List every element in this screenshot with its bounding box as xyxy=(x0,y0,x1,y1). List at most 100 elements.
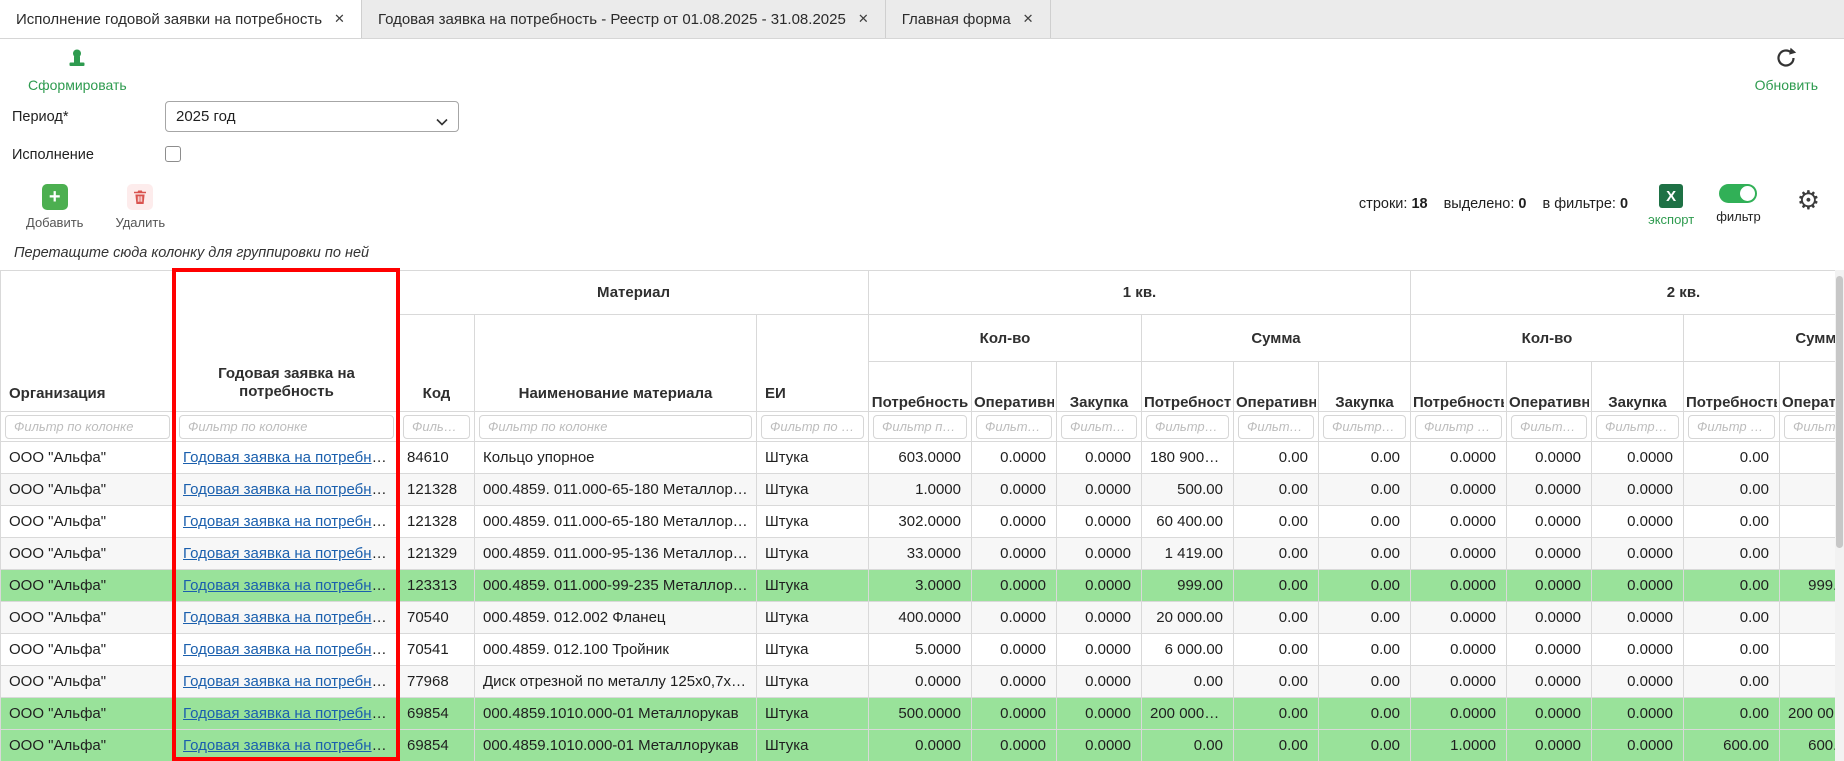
filter-input[interactable] xyxy=(479,415,752,439)
col-header-purchase[interactable]: Закупка xyxy=(1592,362,1684,412)
filter-input[interactable] xyxy=(5,415,170,439)
vertical-scrollbar[interactable] xyxy=(1835,270,1844,761)
request-link[interactable]: Годовая заявка на потребность xyxy=(183,545,399,562)
chevron-down-icon xyxy=(436,113,448,130)
group-header-qty-q1: Кол-во xyxy=(869,315,1142,362)
filter-toggle-label: фильтр xyxy=(1716,209,1760,224)
add-button[interactable]: + Добавить xyxy=(26,184,83,230)
filter-input[interactable] xyxy=(873,415,967,439)
table-row[interactable]: ООО "Альфа" Годовая заявка на потребность… xyxy=(1,570,1837,602)
filter-input[interactable] xyxy=(1323,415,1406,439)
cell-request: Годовая заявка на потребность xyxy=(175,506,399,538)
col-header-operative[interactable]: Оперативная xyxy=(1780,362,1837,412)
tab-execution[interactable]: Исполнение годовой заявки на потребность… xyxy=(0,0,362,38)
filter-input[interactable] xyxy=(403,415,470,439)
col-header-purchase[interactable]: Закупка xyxy=(1319,362,1411,412)
col-header-org[interactable]: Организация xyxy=(1,271,175,412)
tab-main-form[interactable]: Главная форма ✕ xyxy=(886,0,1051,38)
cell-unit: Штука xyxy=(757,570,869,602)
request-link[interactable]: Годовая заявка на потребность xyxy=(183,577,399,594)
table-row[interactable]: ООО "Альфа"Годовая заявка на потребность… xyxy=(1,442,1837,474)
table-row[interactable]: ООО "Альфа"Годовая заявка на потребность… xyxy=(1,634,1837,666)
cell-value: 0.0000 xyxy=(1507,570,1592,602)
col-header-operative[interactable]: Оперативная xyxy=(1507,362,1592,412)
request-link[interactable]: Годовая заявка на потребность xyxy=(183,481,399,498)
request-link[interactable]: Годовая заявка на потребность xyxy=(183,673,399,690)
gear-icon[interactable]: ⚙ xyxy=(1797,184,1820,213)
table-row[interactable]: ООО "Альфа"Годовая заявка на потребность… xyxy=(1,538,1837,570)
col-header-demand[interactable]: Потребность xyxy=(869,362,972,412)
export-excel-button[interactable]: X экспорт xyxy=(1648,184,1694,227)
filter-input[interactable] xyxy=(1596,415,1679,439)
table-row[interactable]: ООО "Альфа" Годовая заявка на потребность… xyxy=(1,506,1837,538)
cell-value: 3.0000 xyxy=(869,570,972,602)
col-header-demand[interactable]: Потребность xyxy=(1411,362,1507,412)
cell-value: 0.0000 xyxy=(1057,666,1142,698)
filter-input[interactable] xyxy=(1784,415,1836,439)
cell-value: 0.00 xyxy=(1319,442,1411,474)
refresh-button[interactable]: Обновить xyxy=(1755,47,1818,93)
group-by-hint: Перетащите сюда колонку для группировки … xyxy=(14,245,369,261)
cell-code: 123313 xyxy=(399,570,475,602)
period-select[interactable]: 2025 год xyxy=(165,101,459,132)
filter-input[interactable] xyxy=(179,415,394,439)
filter-input[interactable] xyxy=(1415,415,1502,439)
col-header-request[interactable]: Годовая заявка на потребность xyxy=(175,271,399,412)
col-header-operative[interactable]: Оперативная xyxy=(972,362,1057,412)
request-link[interactable]: Годовая заявка на потребность xyxy=(183,609,399,626)
col-header-code[interactable]: Код xyxy=(399,315,475,412)
cell-value: 0.00 xyxy=(1684,634,1780,666)
cell-org: ООО "Альфа" xyxy=(1,698,175,730)
col-header-unit[interactable]: ЕИ xyxy=(757,315,869,412)
filter-input[interactable] xyxy=(761,415,864,439)
table-row[interactable]: ООО "Альфа"Годовая заявка на потребность… xyxy=(1,666,1837,698)
filter-input[interactable] xyxy=(1146,415,1229,439)
request-link[interactable]: Годовая заявка на потребность xyxy=(183,641,399,658)
tab-registry[interactable]: Годовая заявка на потребность - Реестр о… xyxy=(362,0,886,38)
filter-input[interactable] xyxy=(1511,415,1587,439)
table-row[interactable]: ООО "Альфа"Годовая заявка на потребность… xyxy=(1,730,1837,761)
filter-input[interactable] xyxy=(1061,415,1137,439)
cell-value: 0.00 xyxy=(1319,570,1411,602)
col-header-demand[interactable]: Потребность xyxy=(1142,362,1234,412)
cell-value: 0.00 xyxy=(1319,506,1411,538)
cell-value: 0.0000 xyxy=(1592,730,1684,761)
tab-close-icon[interactable]: ✕ xyxy=(1023,11,1034,27)
cell-value: 0.0000 xyxy=(1507,698,1592,730)
generate-button[interactable]: Сформировать xyxy=(28,47,127,93)
cell-value: 0.00 xyxy=(1319,666,1411,698)
table-row[interactable]: ООО "Альфа"Годовая заявка на потребность… xyxy=(1,474,1837,506)
filter-toggle[interactable]: фильтр xyxy=(1716,184,1760,224)
filter-input[interactable] xyxy=(1688,415,1775,439)
cell-value: 0.0000 xyxy=(869,730,972,761)
group-header-q2: 2 кв. xyxy=(1411,271,1837,315)
cell-org: ООО "Альфа" xyxy=(1,506,175,538)
cell-value: 0.00 xyxy=(1319,698,1411,730)
filter-input[interactable] xyxy=(976,415,1052,439)
col-header-operative[interactable]: Оперативная xyxy=(1234,362,1319,412)
table-row[interactable]: ООО "Альфа"Годовая заявка на потребность… xyxy=(1,602,1837,634)
scrollbar-thumb[interactable] xyxy=(1836,276,1843,548)
cell-value: 0.0000 xyxy=(1592,602,1684,634)
cell-value: 0.0000 xyxy=(1057,442,1142,474)
request-link[interactable]: Годовая заявка на потребность xyxy=(183,449,399,466)
group-header-material: Материал xyxy=(399,271,869,315)
filter-input[interactable] xyxy=(1238,415,1314,439)
tab-close-icon[interactable]: ✕ xyxy=(334,11,345,27)
col-header-material-name[interactable]: Наименование материала xyxy=(475,315,757,412)
request-link[interactable]: Годовая заявка на потребность xyxy=(183,513,399,530)
cell-value: 0.0000 xyxy=(1592,474,1684,506)
table-row[interactable]: ООО "Альфа" Годовая заявка на потребность… xyxy=(1,698,1837,730)
request-link[interactable]: Годовая заявка на потребность xyxy=(183,705,399,722)
col-header-purchase[interactable]: Закупка xyxy=(1057,362,1142,412)
request-link[interactable]: Годовая заявка на потребность xyxy=(183,737,399,754)
tab-close-icon[interactable]: ✕ xyxy=(858,11,869,27)
cell-value: 0.0000 xyxy=(1592,570,1684,602)
col-header-demand[interactable]: Потребность xyxy=(1684,362,1780,412)
delete-button[interactable]: Удалить xyxy=(115,184,165,230)
cell-org: ООО "Альфа" xyxy=(1,570,175,602)
execution-checkbox[interactable] xyxy=(165,146,181,162)
cell-value: 0.00 xyxy=(1234,730,1319,761)
cell-unit: Штука xyxy=(757,730,869,761)
cell-code: 70541 xyxy=(399,634,475,666)
